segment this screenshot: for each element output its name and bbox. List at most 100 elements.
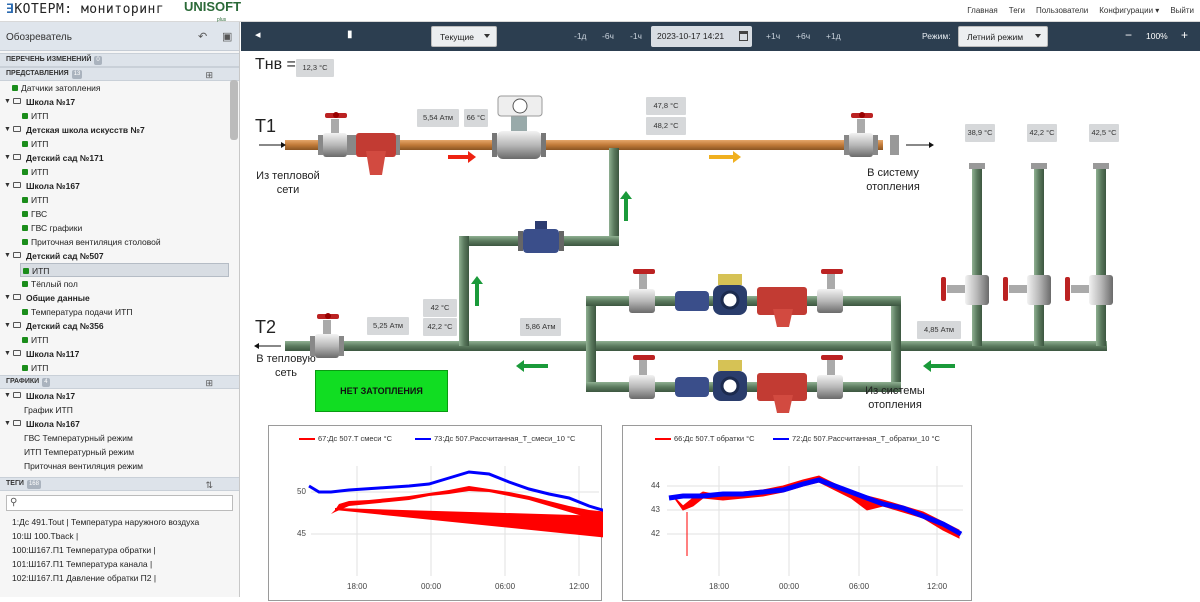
tag-item[interactable]: 102:Ш167.П1 Давление обратки П2 | xyxy=(0,571,239,585)
status-dot-icon xyxy=(22,281,28,287)
step-fwd-6h[interactable]: +6ч xyxy=(796,31,810,41)
item-label: ИТП Температурный режим xyxy=(24,447,135,457)
tag-item[interactable]: 10:Ш 100.Tback | xyxy=(0,529,239,543)
sidebar-title: Обозреватель xyxy=(6,32,72,43)
expand-arrow-icon[interactable]: ▼ xyxy=(4,319,11,333)
chart-mix-temperature[interactable]: 67:Дс 507.T смеси °C 73:Дс 507.Рассчитан… xyxy=(268,425,603,601)
loop-pipe-right xyxy=(891,296,901,392)
data-mode-select[interactable]: Текущие xyxy=(431,26,497,47)
step-back-1h[interactable]: -1ч xyxy=(630,31,642,41)
expand-arrow-icon[interactable]: ▼ xyxy=(4,95,11,109)
t2-source-line-1: Из системы xyxy=(865,385,925,397)
tree-item[interactable]: Тёплый пол xyxy=(0,277,239,291)
flood-status-badge[interactable]: НЕТ ЗАТОПЛЕНИЯ xyxy=(315,370,448,412)
save-icon[interactable]: ▣ xyxy=(222,30,232,43)
tree-item[interactable]: ИТП xyxy=(0,193,239,207)
tags-section[interactable]: ТЕГИ 168 ⇅ xyxy=(0,477,239,491)
expand-arrow-icon[interactable]: ▼ xyxy=(4,151,11,165)
nav-home[interactable]: Главная xyxy=(967,6,997,15)
regime-select[interactable]: Летний режим xyxy=(958,26,1048,47)
expand-arrow-icon[interactable]: ▼ xyxy=(4,389,11,403)
graphs-section[interactable]: ГРАФИКИ 4 ⊞ xyxy=(0,375,239,389)
folder-label: Детский сад №356 xyxy=(26,321,104,331)
expand-arrow-icon[interactable]: ▼ xyxy=(4,249,11,263)
sort-icon[interactable]: ⇅ xyxy=(205,479,213,491)
step-back-1d[interactable]: -1д xyxy=(574,31,587,41)
folder-label: Школа №167 xyxy=(26,419,80,429)
tree-item[interactable]: График ИТП xyxy=(0,403,239,417)
tag-label: 101:Ш167.П1 Температура канала | xyxy=(12,559,153,569)
tree-item[interactable]: ГВС графики xyxy=(0,221,239,235)
bypass-valve[interactable] xyxy=(518,221,564,253)
tree-folder[interactable]: ▼ Школа №17 xyxy=(0,95,239,109)
back-icon[interactable]: ↶ xyxy=(198,30,207,43)
tree-item[interactable]: ИТП xyxy=(0,333,239,347)
expand-arrow-icon[interactable]: ▼ xyxy=(4,347,11,361)
tree-folder[interactable]: ▼ Школа №167 xyxy=(0,417,239,431)
tree-folder[interactable]: ▼ Школа №167 xyxy=(0,179,239,193)
zoom-in-button[interactable]: + xyxy=(1181,28,1188,42)
sidebar-scrollbar[interactable] xyxy=(230,80,238,140)
back-arrow-icon[interactable]: ◂ xyxy=(255,28,261,41)
loop-pipe-left xyxy=(586,296,596,392)
tree-item[interactable]: ГВС xyxy=(0,207,239,221)
calendar-icon[interactable] xyxy=(739,31,748,41)
tree-folder[interactable]: ▼ Школа №117 xyxy=(0,347,239,361)
nav-users[interactable]: Пользователи xyxy=(1036,6,1088,15)
tag-item[interactable]: 1:Дс 491.Tout | Температура наружного во… xyxy=(0,515,239,529)
chevron-down-icon xyxy=(1035,34,1041,38)
folder-icon xyxy=(13,294,21,300)
tree-item[interactable]: ИТП xyxy=(0,361,239,375)
valve-supply-2[interactable] xyxy=(844,112,878,157)
branch-valves[interactable] xyxy=(941,275,1113,305)
tag-search-input[interactable]: ⚲ xyxy=(6,495,233,511)
tree-folder[interactable]: ▼ Детский сад №356 xyxy=(0,319,239,333)
folder-icon xyxy=(13,350,21,356)
datetime-input[interactable]: 2023-10-17 14:21 xyxy=(651,26,752,47)
new-folder-icon[interactable]: ⊞ xyxy=(205,69,213,81)
strainer-supply[interactable] xyxy=(352,133,400,175)
tree-item[interactable]: Приточная вентиляция столовой xyxy=(0,235,239,249)
views-section[interactable]: ПРЕДСТАВЛЕНИЯ 13 ⊞ xyxy=(0,67,239,81)
tree-folder[interactable]: ▼ Школа №17 xyxy=(0,389,239,403)
tag-item[interactable]: 101:Ш167.П1 Температура канала | xyxy=(0,557,239,571)
expand-arrow-icon[interactable]: ▼ xyxy=(4,123,11,137)
nav-logout[interactable]: Выйти xyxy=(1170,6,1194,15)
tree-item[interactable]: ИТП Температурный режим xyxy=(0,445,239,459)
chart-return-temperature[interactable]: 66:Дс 507.T обратки °C 72:Дс 507.Рассчит… xyxy=(622,425,972,601)
app-logo[interactable]: ∃КОТЕРМ: мониторинг xyxy=(6,2,164,17)
tree-folder[interactable]: ▼ Общие данные xyxy=(0,291,239,305)
tree-item[interactable]: ИТП xyxy=(0,109,239,123)
valve-supply-1[interactable] xyxy=(318,112,352,157)
tree-item[interactable]: Приточная вентиляция режим xyxy=(0,459,239,473)
expand-arrow-icon[interactable]: ▼ xyxy=(4,291,11,305)
changes-section[interactable]: ПЕРЕЧЕНЬ ИЗМЕНЕНИЙ 0 xyxy=(0,53,239,67)
tag-label: 10:Ш 100.Tback | xyxy=(12,531,79,541)
tree-item[interactable]: Датчики затопления xyxy=(0,81,239,95)
tree-item[interactable]: ИТП xyxy=(20,263,229,277)
zoom-out-button[interactable]: − xyxy=(1125,28,1132,42)
tree-folder[interactable]: ▼ Детская школа искусств №7 xyxy=(0,123,239,137)
step-back-6h[interactable]: -6ч xyxy=(602,31,614,41)
tree-item[interactable]: ГВС Температурный режим xyxy=(0,431,239,445)
tag-label: 100:Ш167.П1 Температура обратки | xyxy=(12,545,156,555)
views-tree: Датчики затопления ▼ Школа №17 ИТП ▼ Детская … xyxy=(0,81,239,375)
expand-arrow-icon[interactable]: ▼ xyxy=(4,179,11,193)
expand-arrow-icon[interactable]: ▼ xyxy=(4,417,11,431)
tree-item[interactable]: Температура подачи ИТП xyxy=(0,305,239,319)
new-graph-folder-icon[interactable]: ⊞ xyxy=(205,377,213,389)
nav-config[interactable]: Конфигурации ▾ xyxy=(1099,6,1159,15)
step-fwd-1d[interactable]: +1д xyxy=(826,31,841,41)
folder-label: Школа №17 xyxy=(26,391,76,401)
tree-item[interactable]: ИТП xyxy=(0,137,239,151)
pressure-meter-supply[interactable] xyxy=(492,95,546,159)
device-icon[interactable]: ▮ xyxy=(347,29,353,40)
nav-tags[interactable]: Теги xyxy=(1009,6,1025,15)
tree-folder[interactable]: ▼ Детский сад №507 xyxy=(0,249,239,263)
folder-label: Школа №117 xyxy=(26,349,80,359)
tag-item[interactable]: 100:Ш167.П1 Температура обратки | xyxy=(0,543,239,557)
tree-item[interactable]: ИТП xyxy=(0,165,239,179)
tree-folder[interactable]: ▼ Детский сад №171 xyxy=(0,151,239,165)
status-dot-icon xyxy=(22,169,28,175)
step-fwd-1h[interactable]: +1ч xyxy=(766,31,780,41)
